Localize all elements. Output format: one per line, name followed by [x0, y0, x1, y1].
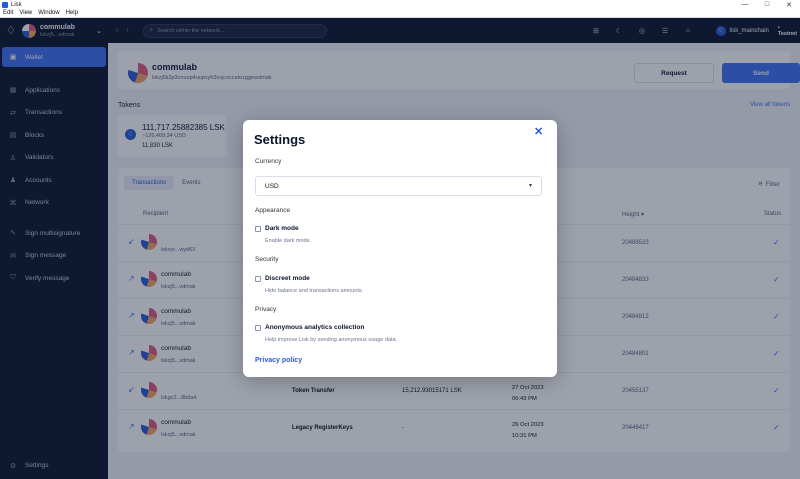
lisk-app-icon	[2, 1, 8, 8]
caret-down-icon: ▼	[528, 183, 533, 189]
analytics-label: Anonymous analytics collection	[265, 324, 365, 331]
discreet-mode-description: Hide balance and transactions amounts.	[265, 288, 364, 294]
currency-value: USD	[265, 182, 279, 190]
close-window-button[interactable]: ✕	[778, 0, 800, 9]
settings-modal: Settings ✕ Currency USD ▼ Appearance Dar…	[243, 120, 557, 377]
analytics-description: Help improve Lisk by sending anonymous u…	[265, 337, 398, 343]
dark-mode-label: Dark mode	[265, 225, 299, 232]
modal-title: Settings	[254, 132, 306, 147]
menubar: Edit View Window Help	[0, 9, 800, 18]
analytics-checkbox[interactable]	[255, 324, 261, 331]
privacy-section-label: Privacy	[255, 306, 277, 313]
menu-help[interactable]: Help	[66, 10, 78, 16]
discreet-mode-option[interactable]: Discreet mode	[255, 275, 310, 282]
menu-edit[interactable]: Edit	[3, 10, 13, 16]
discreet-mode-label: Discreet mode	[265, 275, 310, 282]
dark-mode-description: Enable dark mode.	[265, 238, 312, 244]
appearance-section-label: Appearance	[255, 207, 291, 214]
window-title: Lisk	[11, 1, 22, 8]
menu-view[interactable]: View	[19, 10, 32, 16]
dark-mode-checkbox[interactable]	[255, 225, 261, 232]
currency-section-label: Currency	[255, 158, 282, 165]
menu-window[interactable]: Window	[38, 10, 59, 16]
minimize-button[interactable]: —	[734, 0, 756, 9]
discreet-mode-checkbox[interactable]	[255, 275, 261, 282]
currency-select[interactable]: USD ▼	[255, 176, 542, 196]
security-section-label: Security	[255, 256, 279, 263]
dark-mode-option[interactable]: Dark mode	[255, 225, 299, 232]
analytics-option[interactable]: Anonymous analytics collection	[255, 324, 364, 331]
maximize-button[interactable]: □	[756, 0, 778, 9]
close-icon[interactable]: ✕	[534, 125, 543, 138]
window-titlebar: Lisk — □ ✕	[0, 0, 800, 9]
privacy-policy-link[interactable]: Privacy policy	[255, 357, 302, 364]
